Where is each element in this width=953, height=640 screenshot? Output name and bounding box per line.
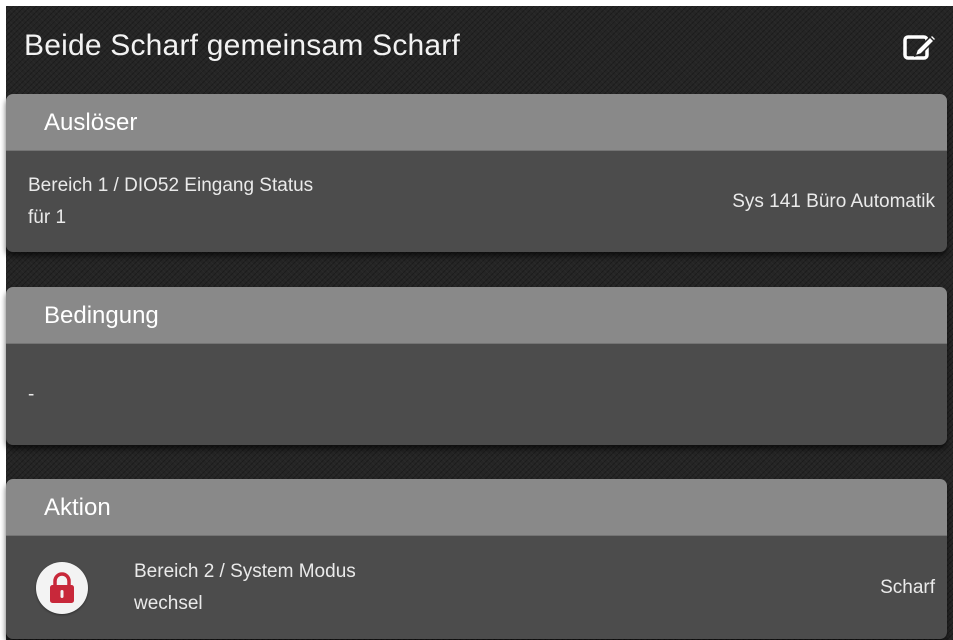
page-header: Beide Scharf gemeinsam Scharf	[6, 6, 947, 86]
action-card: Aktion Bereich 2 / System Modus wechsel …	[6, 479, 947, 639]
trigger-description: Bereich 1 / DIO52 Eingang Status für 1	[28, 170, 313, 234]
condition-row[interactable]: -	[6, 344, 947, 445]
condition-card: Bedingung -	[6, 287, 947, 445]
action-header: Aktion	[6, 479, 947, 536]
trigger-line1: Bereich 1 / DIO52 Eingang Status	[28, 174, 314, 196]
condition-value: -	[28, 383, 35, 405]
trigger-card: Auslöser Bereich 1 / DIO52 Eingang Statu…	[6, 94, 947, 252]
trigger-line2: für 1	[28, 206, 67, 228]
edit-button[interactable]	[895, 21, 945, 71]
action-line2: wechsel	[134, 592, 203, 614]
action-line1: Bereich 2 / System Modus	[134, 560, 356, 582]
trigger-row[interactable]: Bereich 1 / DIO52 Eingang Status für 1 S…	[6, 151, 947, 252]
action-description: Bereich 2 / System Modus wechsel	[36, 556, 356, 620]
lock-badge	[36, 561, 88, 614]
page-title: Beide Scharf gemeinsam Scharf	[24, 29, 461, 62]
edit-icon	[903, 33, 937, 60]
condition-header: Bedingung	[6, 287, 947, 344]
action-row[interactable]: Bereich 2 / System Modus wechsel Scharf	[6, 536, 947, 639]
trigger-header: Auslöser	[6, 94, 947, 151]
trigger-value: Sys 141 Büro Automatik	[732, 190, 935, 212]
action-value: Scharf	[880, 576, 935, 598]
lock-icon	[50, 571, 74, 603]
